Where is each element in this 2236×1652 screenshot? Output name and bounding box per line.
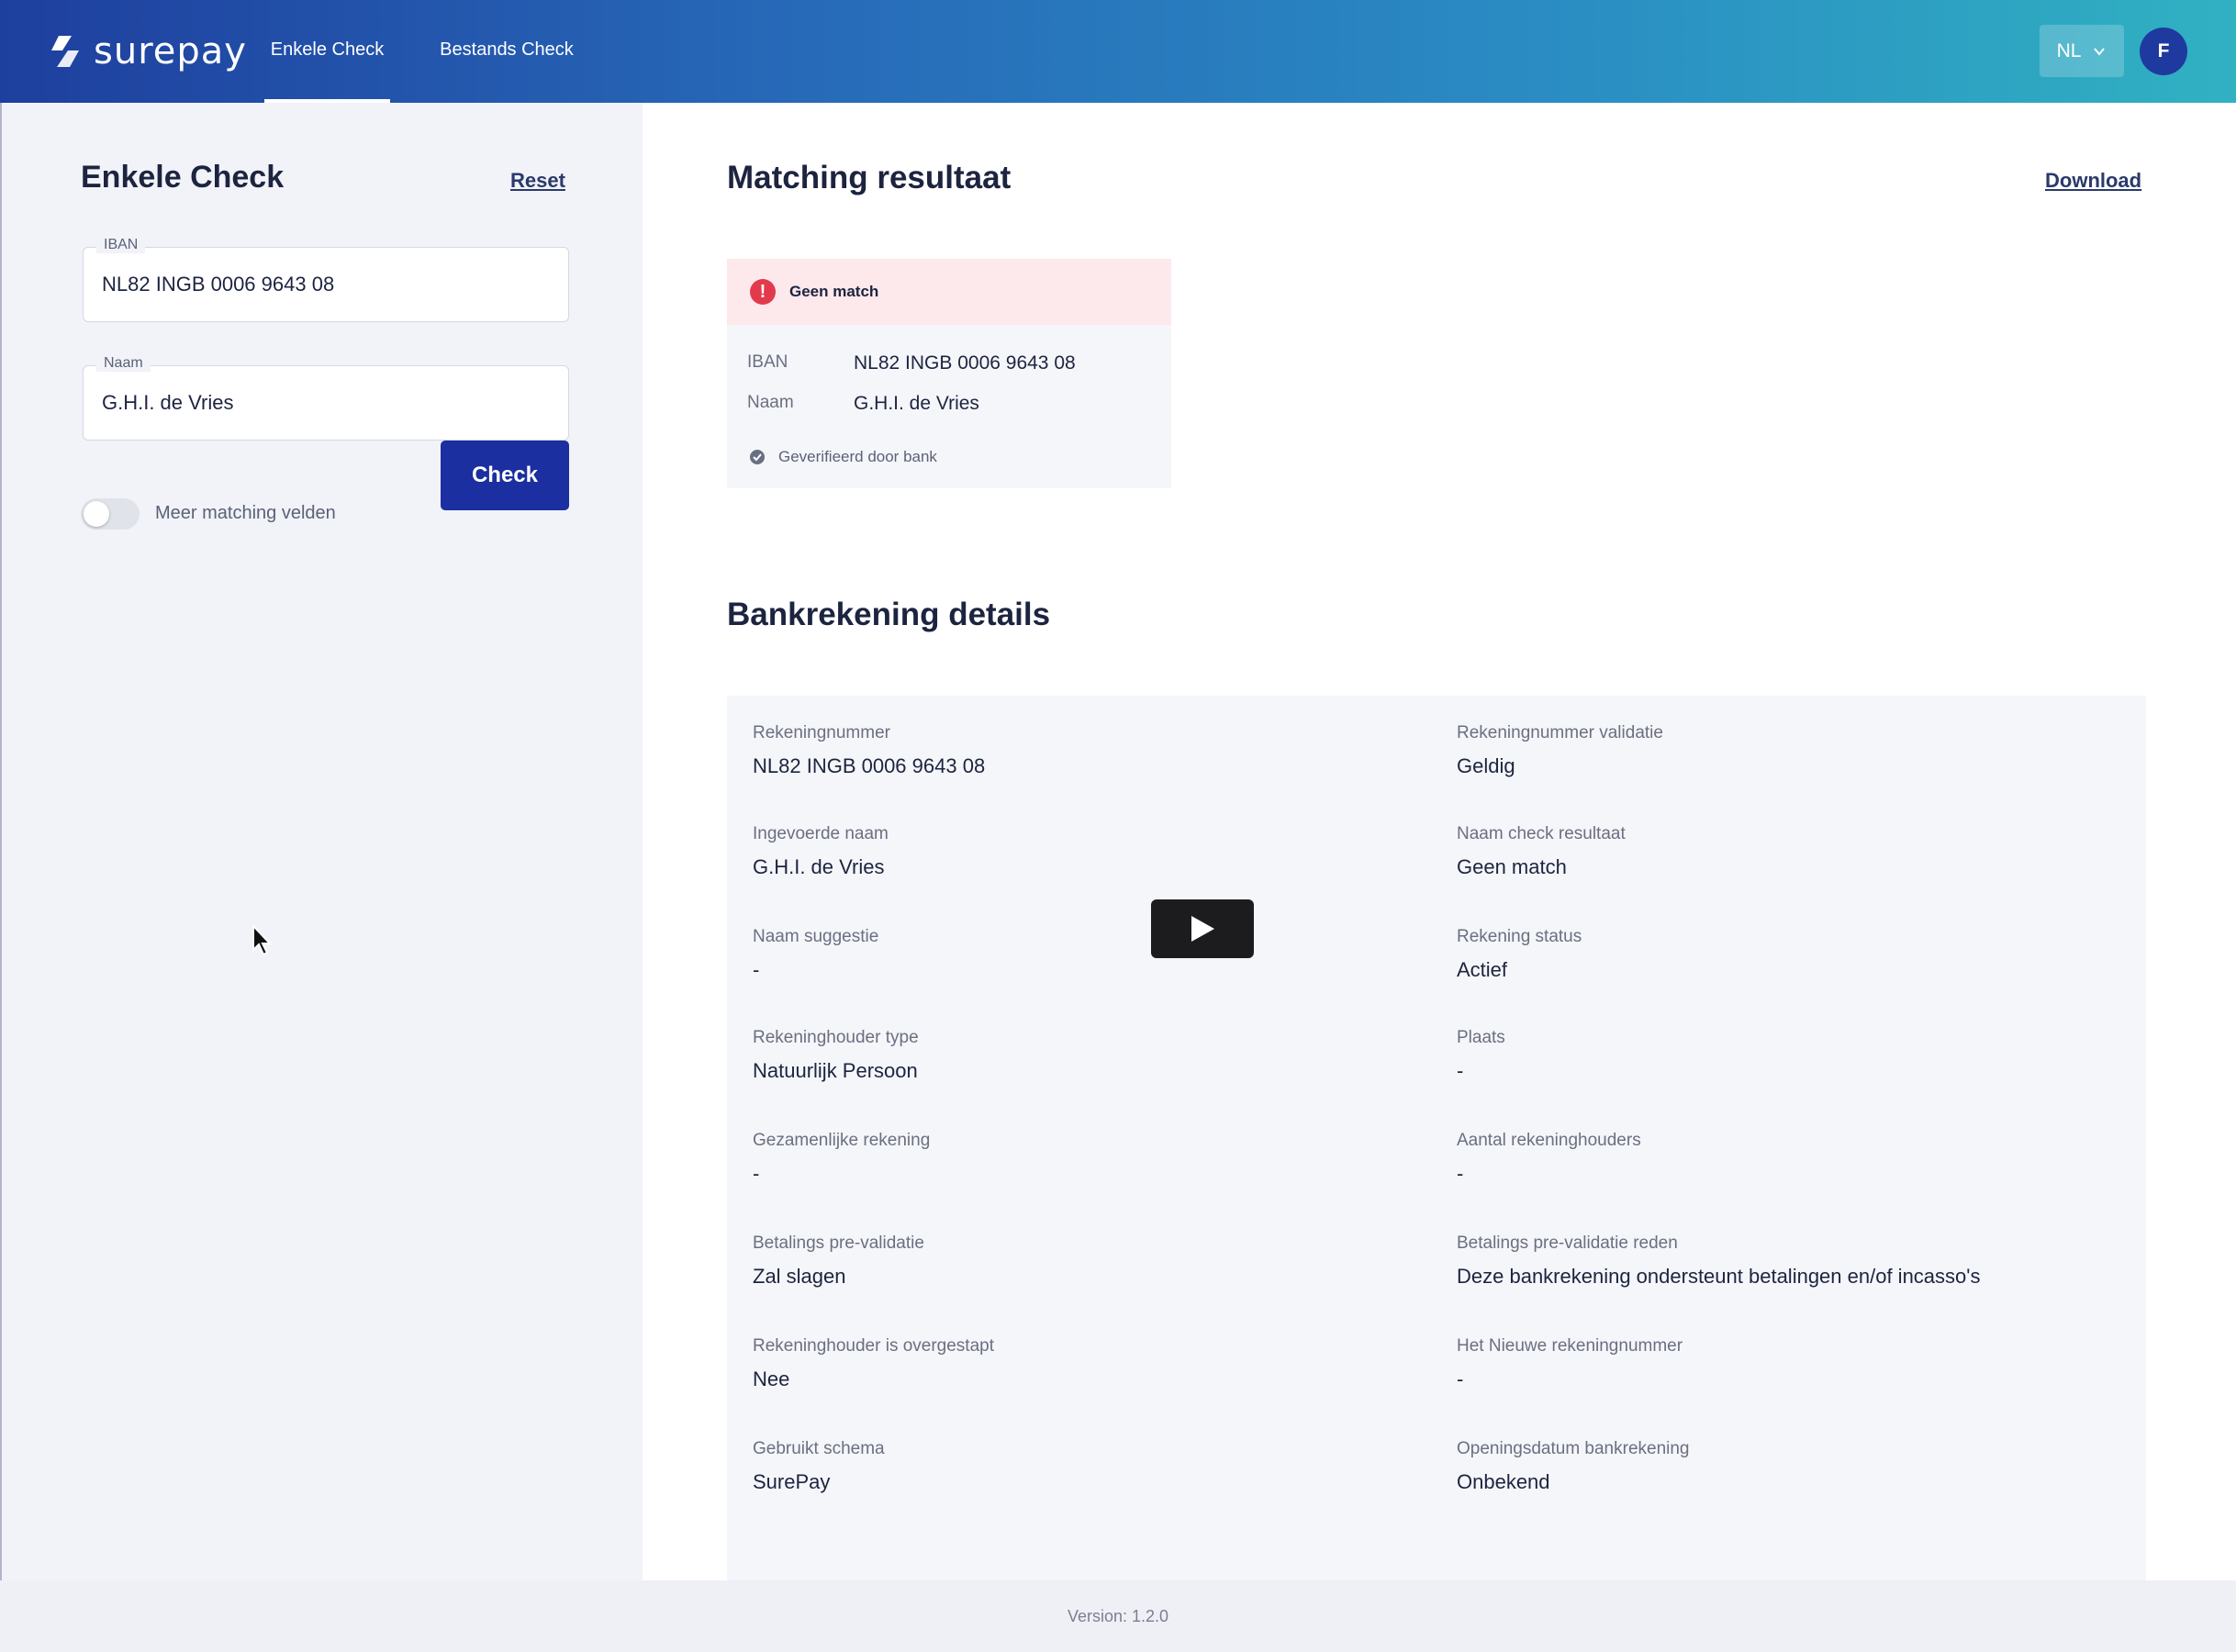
more-matching-fields-toggle[interactable] <box>81 498 140 530</box>
detail-value: SurePay <box>753 1470 831 1493</box>
detail-label: Openingsdatum bankrekening <box>1457 1439 1690 1458</box>
iban-field: IBAN <box>83 237 569 322</box>
detail-value: Actief <box>1457 958 1508 981</box>
logo-text: surepay <box>94 30 247 73</box>
verified-text: Geverifieerd door bank <box>778 448 937 465</box>
match-naam-value: G.H.I. de Vries <box>854 393 979 414</box>
detail-label: Betalings pre-validatie <box>753 1233 924 1253</box>
verified-by-bank: Geverifieerd door bank <box>749 448 937 466</box>
detail-label: Gezamenlijke rekening <box>753 1131 931 1150</box>
detail-value: - <box>1457 1059 1464 1082</box>
play-icon <box>1191 916 1214 942</box>
language-select[interactable]: NL <box>2040 25 2124 77</box>
reset-link[interactable]: Reset <box>510 169 565 193</box>
language-value: NL <box>2056 39 2082 61</box>
check-circle-icon <box>750 450 765 464</box>
detail-value: - <box>1457 1162 1464 1185</box>
detail-value: Nee <box>753 1367 790 1390</box>
toggle-knob <box>84 501 109 527</box>
iban-input[interactable] <box>102 248 552 320</box>
more-matching-fields-label: Meer matching velden <box>155 503 336 523</box>
detail-label: Rekeningnummer validatie <box>1457 723 1663 742</box>
detail-label: Naam check resultaat <box>1457 824 1626 843</box>
naam-field: Naam <box>83 355 569 441</box>
detail-value: Deze bankrekening ondersteunt betalingen… <box>1457 1265 1981 1288</box>
download-link[interactable]: Download <box>2045 169 2141 193</box>
detail-label: Aantal rekeninghouders <box>1457 1131 1641 1150</box>
alert-icon: ! <box>750 279 776 305</box>
detail-value: Geen match <box>1457 855 1567 878</box>
form-title: Enkele Check <box>81 160 285 195</box>
match-naam-label: Naam <box>747 393 794 412</box>
tab-enkele-check[interactable]: Enkele Check <box>264 0 390 103</box>
video-play-button[interactable] <box>1151 899 1254 958</box>
surepay-logo-icon <box>51 36 79 67</box>
results-panel: Matching resultaat Download ! Geen match… <box>643 103 2236 1602</box>
detail-label: Het Nieuwe rekeningnummer <box>1457 1336 1683 1356</box>
detail-value: - <box>1457 1367 1464 1390</box>
detail-value: Onbekend <box>1457 1470 1550 1493</box>
surepay-logo[interactable]: surepay <box>46 26 247 77</box>
detail-value: - <box>753 1162 760 1185</box>
match-iban-value: NL82 INGB 0006 9643 08 <box>854 352 1076 374</box>
detail-value: Geldig <box>1457 754 1515 777</box>
matching-result-title: Matching resultaat <box>727 160 1012 195</box>
detail-label: Rekeningnummer <box>753 723 890 742</box>
detail-label: Plaats <box>1457 1028 1505 1047</box>
version-text: Version: 1.2.0 <box>1067 1606 1169 1625</box>
mouse-cursor-icon <box>252 924 273 956</box>
detail-label: Rekeninghouder is overgestapt <box>753 1336 995 1356</box>
detail-label: Gebruikt schema <box>753 1439 885 1458</box>
match-status-banner: ! Geen match <box>727 259 1171 325</box>
footer: Version: 1.2.0 <box>0 1580 2236 1652</box>
naam-input[interactable] <box>102 366 552 439</box>
detail-label: Naam suggestie <box>753 927 879 946</box>
detail-label: Betalings pre-validatie reden <box>1457 1233 1678 1253</box>
detail-value: Zal slagen <box>753 1265 846 1288</box>
check-button[interactable]: Check <box>441 441 569 510</box>
single-check-form-panel: Enkele Check Reset IBAN Naam Meer matchi… <box>0 103 643 1580</box>
detail-value: G.H.I. de Vries <box>753 855 885 878</box>
detail-value: Natuurlijk Persoon <box>753 1059 918 1082</box>
detail-label: Rekening status <box>1457 927 1582 946</box>
bank-details-grid: Rekeningnummer NL82 INGB 0006 9643 08 Re… <box>727 696 2146 1602</box>
detail-value: NL82 INGB 0006 9643 08 <box>753 754 986 777</box>
bank-details-title: Bankrekening details <box>727 597 1051 632</box>
chevron-down-icon <box>2094 47 2106 56</box>
detail-value: - <box>753 958 760 981</box>
tab-bestands-check[interactable]: Bestands Check <box>424 0 589 103</box>
detail-label: Ingevoerde naam <box>753 824 889 843</box>
top-header: surepay Enkele Check Bestands Check NL F <box>0 0 2236 103</box>
matching-result-card: ! Geen match IBAN NL82 INGB 0006 9643 08… <box>727 259 1171 488</box>
match-status: Geen match <box>789 283 879 300</box>
match-iban-label: IBAN <box>747 352 788 372</box>
avatar[interactable]: F <box>2140 28 2187 75</box>
detail-label: Rekeninghouder type <box>753 1028 919 1047</box>
